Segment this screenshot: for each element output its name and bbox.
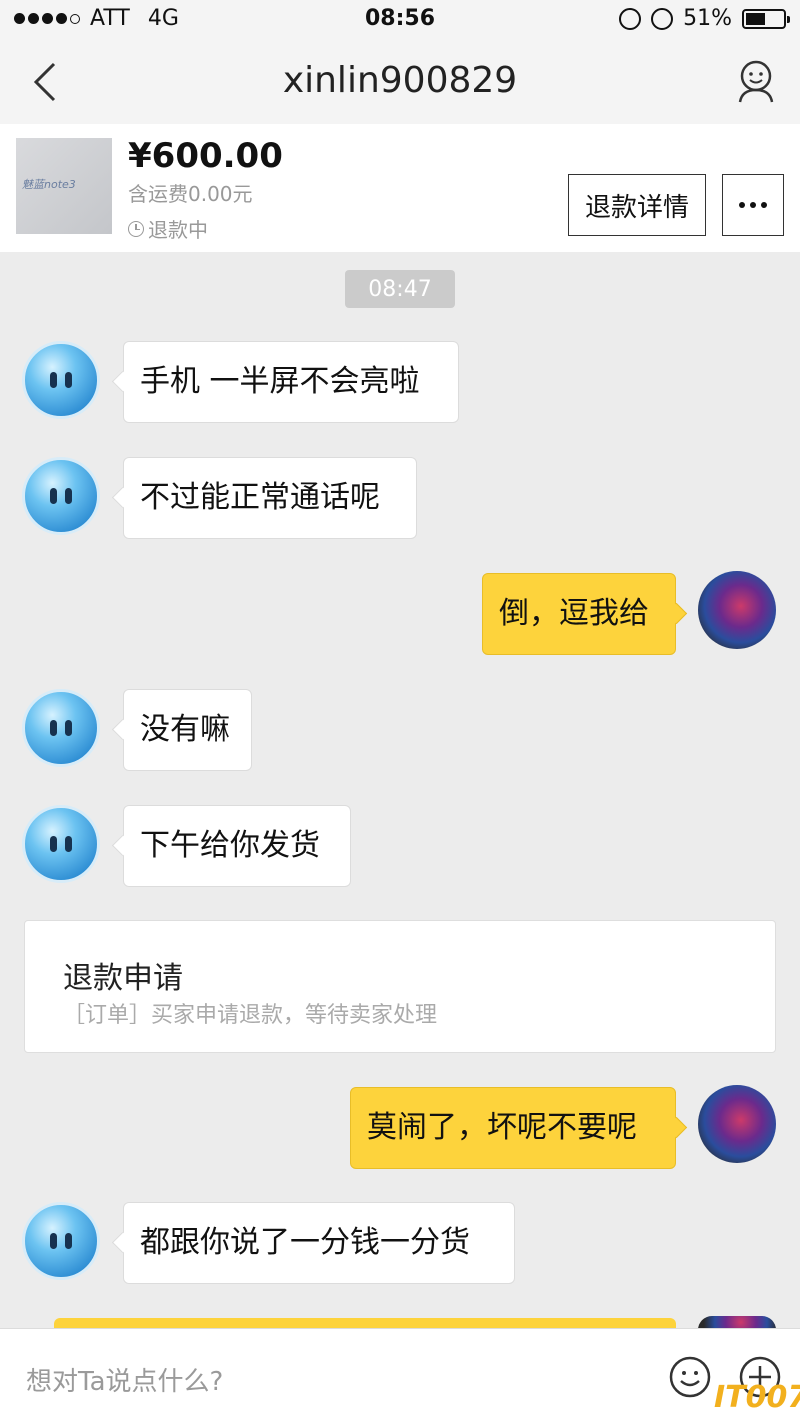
user-avatar[interactable] bbox=[698, 1085, 776, 1163]
seller-avatar[interactable] bbox=[22, 457, 100, 535]
profile-icon[interactable] bbox=[736, 58, 776, 104]
nav-bar: xinlin900829 bbox=[0, 40, 800, 124]
refund-status: 退款中 bbox=[128, 214, 208, 243]
refund-status-label: 退款中 bbox=[148, 218, 208, 242]
product-thumbnail[interactable]: 魅蓝note3 bbox=[16, 138, 112, 234]
rotation-lock-icon bbox=[651, 7, 674, 30]
status-right: 51% bbox=[619, 6, 790, 31]
message-input-bar: 想对Ta说点什么? bbox=[0, 1328, 800, 1423]
refund-card-subtitle: ［订单］买家申请退款，等待卖家处理 bbox=[63, 1003, 438, 1028]
message-bubble-in[interactable]: 都跟你说了一分钱一分货 bbox=[123, 1202, 515, 1284]
order-summary[interactable]: 魅蓝note3 ¥600.00 含运费0.00元 退款中 退款详情 bbox=[0, 124, 800, 252]
message-bubble-in[interactable]: 不过能正常通话呢 bbox=[123, 457, 417, 539]
order-price: ¥600.00 bbox=[128, 136, 283, 176]
message-bubble-out[interactable]: 莫闹了，坏呢不要呢 bbox=[350, 1087, 676, 1169]
clock-icon bbox=[128, 220, 144, 237]
seller-avatar[interactable] bbox=[22, 805, 100, 883]
shipping-fee: 含运费0.00元 bbox=[128, 182, 253, 206]
more-button[interactable] bbox=[722, 174, 784, 236]
page-title: xinlin900829 bbox=[282, 60, 518, 101]
thumbnail-label: 魅蓝note3 bbox=[22, 178, 76, 191]
message-bubble-in[interactable]: 没有嘛 bbox=[123, 689, 252, 771]
battery-percent: 51% bbox=[683, 6, 732, 31]
message-bubble-out[interactable]: 倒，逗我给 bbox=[482, 573, 676, 655]
refund-card-title: 退款申请 bbox=[63, 961, 183, 996]
emoji-icon[interactable] bbox=[668, 1355, 712, 1399]
battery-icon bbox=[742, 8, 790, 29]
avatar-eye bbox=[50, 372, 57, 388]
status-bar: ATT 4G 08:56 51% bbox=[0, 0, 800, 40]
more-icon bbox=[739, 202, 745, 208]
watermark-logo: IT007 bbox=[714, 1380, 800, 1415]
seller-avatar[interactable] bbox=[22, 689, 100, 767]
message-bubble-in[interactable]: 下午给你发货 bbox=[123, 805, 351, 887]
user-avatar[interactable] bbox=[698, 571, 776, 649]
message-input[interactable]: 想对Ta说点什么? bbox=[26, 1361, 223, 1398]
chat-timestamp: 08:47 bbox=[345, 270, 455, 308]
message-bubble-in[interactable]: 手机 一半屏不会亮啦 bbox=[123, 341, 459, 423]
seller-avatar[interactable] bbox=[22, 341, 100, 419]
seller-avatar[interactable] bbox=[22, 1202, 100, 1280]
location-icon bbox=[619, 7, 642, 30]
refund-request-card[interactable]: 退款申请 ［订单］买家申请退款，等待卖家处理 bbox=[24, 920, 776, 1053]
refund-detail-button[interactable]: 退款详情 bbox=[568, 174, 706, 236]
